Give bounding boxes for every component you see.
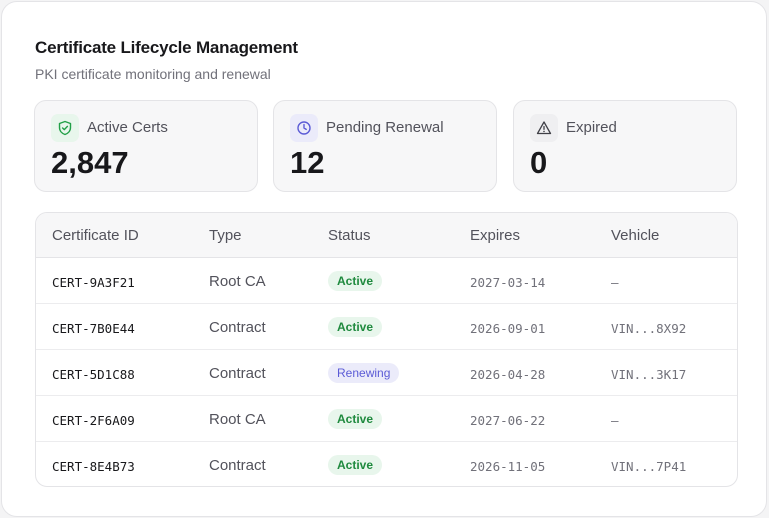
table-header: Certificate ID Type Status Expires Vehic… — [36, 213, 737, 258]
stat-value: 12 — [290, 145, 325, 180]
stat-card-active: Active Certs 2,847 — [34, 100, 258, 192]
certificate-card: Certificate Lifecycle Management PKI cer… — [1, 1, 767, 517]
shield-check-icon — [51, 114, 79, 142]
certificate-type: Root CA — [209, 273, 266, 290]
clock-icon — [290, 114, 318, 142]
certificate-id: CERT-7B0E44 — [52, 321, 135, 336]
expires-date: 2027-06-22 — [470, 413, 546, 428]
expires-date: 2027-03-14 — [470, 275, 546, 290]
table-row[interactable]: CERT-2F6A09 Root CA Active 2027-06-22 — — [36, 396, 737, 442]
stat-card-pending: Pending Renewal 12 — [273, 100, 497, 192]
stat-value: 2,847 — [51, 145, 129, 180]
status-badge: Active — [328, 409, 383, 429]
column-header-status[interactable]: Status — [328, 227, 371, 244]
certificate-id: CERT-8E4B73 — [52, 459, 135, 474]
vehicle-id: — — [611, 275, 619, 290]
certificate-id: CERT-5D1C88 — [52, 367, 135, 382]
certificate-id: CERT-9A3F21 — [52, 275, 135, 290]
vehicle-id: VIN...3K17 — [611, 367, 687, 382]
certificate-id: CERT-2F6A09 — [52, 413, 135, 428]
page-subtitle: PKI certificate monitoring and renewal — [35, 66, 271, 82]
column-header-certificate-id[interactable]: Certificate ID — [52, 227, 139, 244]
vehicle-id: VIN...7P41 — [611, 459, 687, 474]
status-badge: Active — [328, 317, 383, 337]
column-header-type[interactable]: Type — [209, 227, 242, 244]
stat-card-expired: Expired 0 — [513, 100, 737, 192]
expires-date: 2026-09-01 — [470, 321, 546, 336]
stat-label: Expired — [566, 119, 617, 136]
column-header-vehicle[interactable]: Vehicle — [611, 227, 659, 244]
expires-date: 2026-11-05 — [470, 459, 546, 474]
status-badge: Active — [328, 455, 383, 475]
certificate-type: Root CA — [209, 411, 266, 428]
certificate-type: Contract — [209, 319, 266, 336]
table-row[interactable]: CERT-5D1C88 Contract Renewing 2026-04-28… — [36, 350, 737, 396]
table-row[interactable]: CERT-7B0E44 Contract Active 2026-09-01 V… — [36, 304, 737, 350]
vehicle-id: VIN...8X92 — [611, 321, 687, 336]
certificate-type: Contract — [209, 457, 266, 474]
table-row[interactable]: CERT-9A3F21 Root CA Active 2027-03-14 — — [36, 258, 737, 304]
warning-triangle-icon — [530, 114, 558, 142]
status-badge: Renewing — [328, 363, 400, 383]
certificates-table: Certificate ID Type Status Expires Vehic… — [35, 212, 738, 487]
status-badge: Active — [328, 271, 383, 291]
page-title: Certificate Lifecycle Management — [35, 38, 298, 57]
table-row[interactable]: CERT-8E4B73 Contract Active 2026-11-05 V… — [36, 442, 737, 486]
expires-date: 2026-04-28 — [470, 367, 546, 382]
certificate-type: Contract — [209, 365, 266, 382]
stat-label: Active Certs — [87, 119, 168, 136]
stat-value: 0 — [530, 145, 548, 180]
stat-label: Pending Renewal — [326, 119, 444, 136]
column-header-expires[interactable]: Expires — [470, 227, 520, 244]
vehicle-id: — — [611, 413, 619, 428]
